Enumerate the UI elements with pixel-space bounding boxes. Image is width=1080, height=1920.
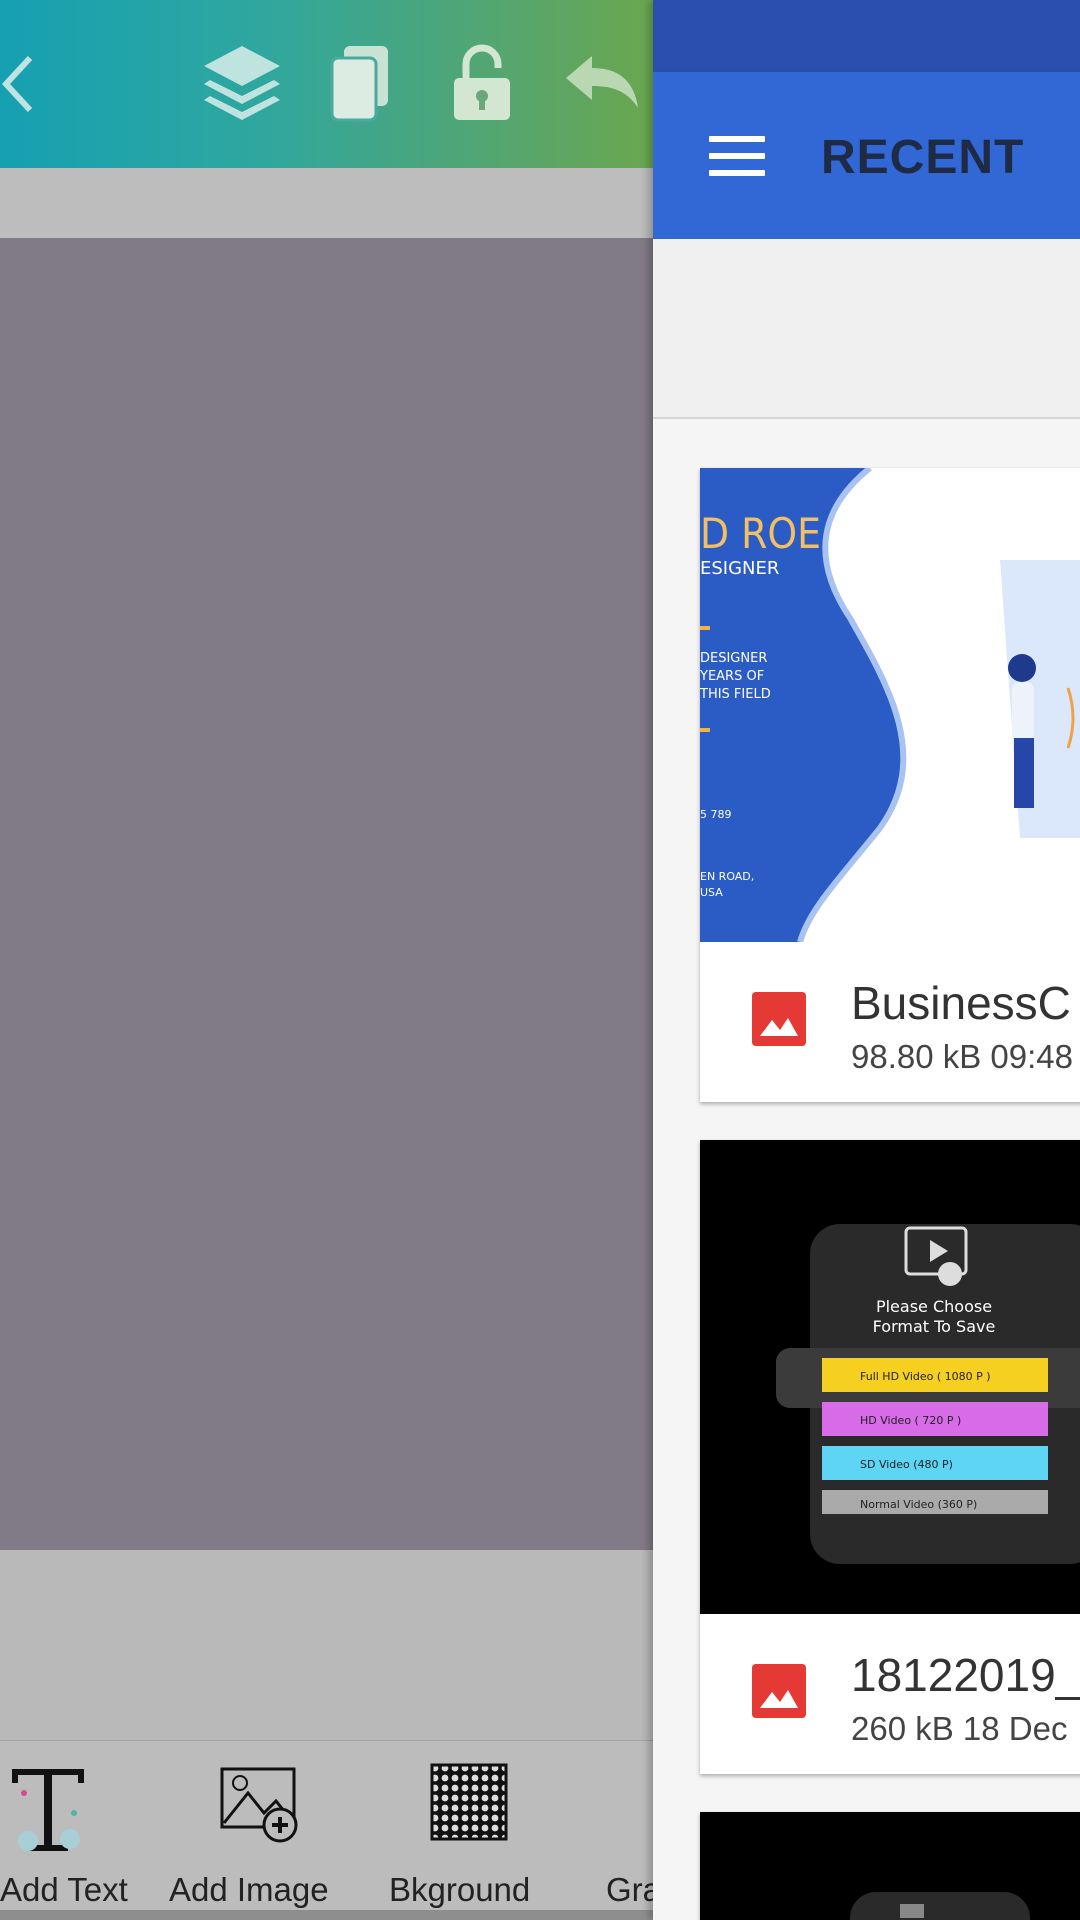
- thumb-text: YEARS OF: [700, 669, 764, 684]
- file-card[interactable]: [700, 1812, 1080, 1920]
- design-canvas[interactable]: [0, 238, 653, 1550]
- format-dialog-preview: Please Choose Format To Save Full HD Vid…: [776, 1224, 1080, 1564]
- editor-screen: Add Text Add Image Bkground Gra: [0, 0, 653, 1920]
- thumb-text: ESIGNER: [700, 558, 779, 579]
- business-card-preview: D ROE ESIGNER DESIGNER YEARS OF THIS FIE…: [700, 468, 1080, 942]
- add-image-tool[interactable]: Add Image: [166, 1741, 356, 1911]
- thumb-text: EN ROAD,: [700, 870, 754, 883]
- thumb-text: 5 789: [700, 808, 732, 821]
- thumb-text: HD Video ( 720 P ): [860, 1414, 961, 1427]
- thumb-text: D ROE: [700, 509, 821, 558]
- thumb-text: DESIGNER: [700, 651, 767, 666]
- thumb-text: Please Choose: [876, 1297, 992, 1316]
- file-meta: 260 kB 18 Dec: [851, 1710, 1068, 1747]
- file-name: BusinessC: [851, 977, 1071, 1029]
- thumb-text: USA: [700, 886, 723, 899]
- picker-title: RECENT: [821, 131, 1025, 184]
- add-image-icon: [220, 1767, 298, 1843]
- image-file-icon: [752, 992, 806, 1046]
- file-name: 18122019_: [851, 1649, 1080, 1701]
- menu-button[interactable]: [709, 136, 765, 176]
- background-tool[interactable]: Bkground: [380, 1741, 560, 1911]
- copy-icon[interactable]: [328, 44, 392, 124]
- add-text-icon: [12, 1769, 84, 1851]
- tool-label: Add Text: [0, 1871, 128, 1908]
- menu-icon: [709, 136, 765, 142]
- tool-label: Bkground: [389, 1871, 531, 1908]
- layers-icon[interactable]: [200, 40, 284, 124]
- tool-label: Gra: [606, 1871, 653, 1908]
- tool-label: Add Image: [169, 1871, 329, 1908]
- file-picker-drawer: RECENT D ROE ESIGNER DESIGNER YEARS OF T…: [653, 0, 1080, 1920]
- picker-header-space: [653, 239, 1080, 419]
- bottom-strip: [0, 1910, 653, 1920]
- background-texture-icon: [430, 1763, 508, 1841]
- picker-app-bar: RECENT: [653, 72, 1080, 239]
- editor-bottom-area: [0, 1550, 653, 1740]
- file-card[interactable]: Please Choose Format To Save Full HD Vid…: [700, 1140, 1080, 1774]
- file-thumbnail: Please Choose Format To Save Full HD Vid…: [700, 1140, 1080, 1614]
- add-text-tool[interactable]: Add Text: [0, 1741, 130, 1911]
- thumb-text: SD Video (480 P): [860, 1458, 953, 1471]
- thumb-text: Format To Save: [873, 1317, 996, 1336]
- undo-icon[interactable]: [562, 52, 642, 112]
- file-thumbnail: D ROE ESIGNER DESIGNER YEARS OF THIS FIE…: [700, 468, 1080, 942]
- editor-toolbar: [0, 0, 653, 168]
- file-thumbnail: [850, 1892, 1030, 1920]
- bottom-toolbar: Add Text Add Image Bkground Gra: [0, 1740, 653, 1911]
- thumb-text: Normal Video (360 P): [860, 1498, 977, 1511]
- graphics-tool[interactable]: S Gra: [596, 1741, 653, 1911]
- back-icon[interactable]: [0, 52, 40, 116]
- file-meta: 98.80 kB 09:48: [851, 1038, 1074, 1075]
- thumb-text: Full HD Video ( 1080 P ): [860, 1370, 991, 1383]
- status-bar: [653, 0, 1080, 72]
- unlock-icon[interactable]: [450, 44, 514, 124]
- thumb-text: THIS FIELD: [700, 687, 771, 702]
- image-file-icon: [752, 1664, 806, 1718]
- file-card[interactable]: D ROE ESIGNER DESIGNER YEARS OF THIS FIE…: [700, 468, 1080, 1102]
- editor-subbar: [0, 168, 653, 238]
